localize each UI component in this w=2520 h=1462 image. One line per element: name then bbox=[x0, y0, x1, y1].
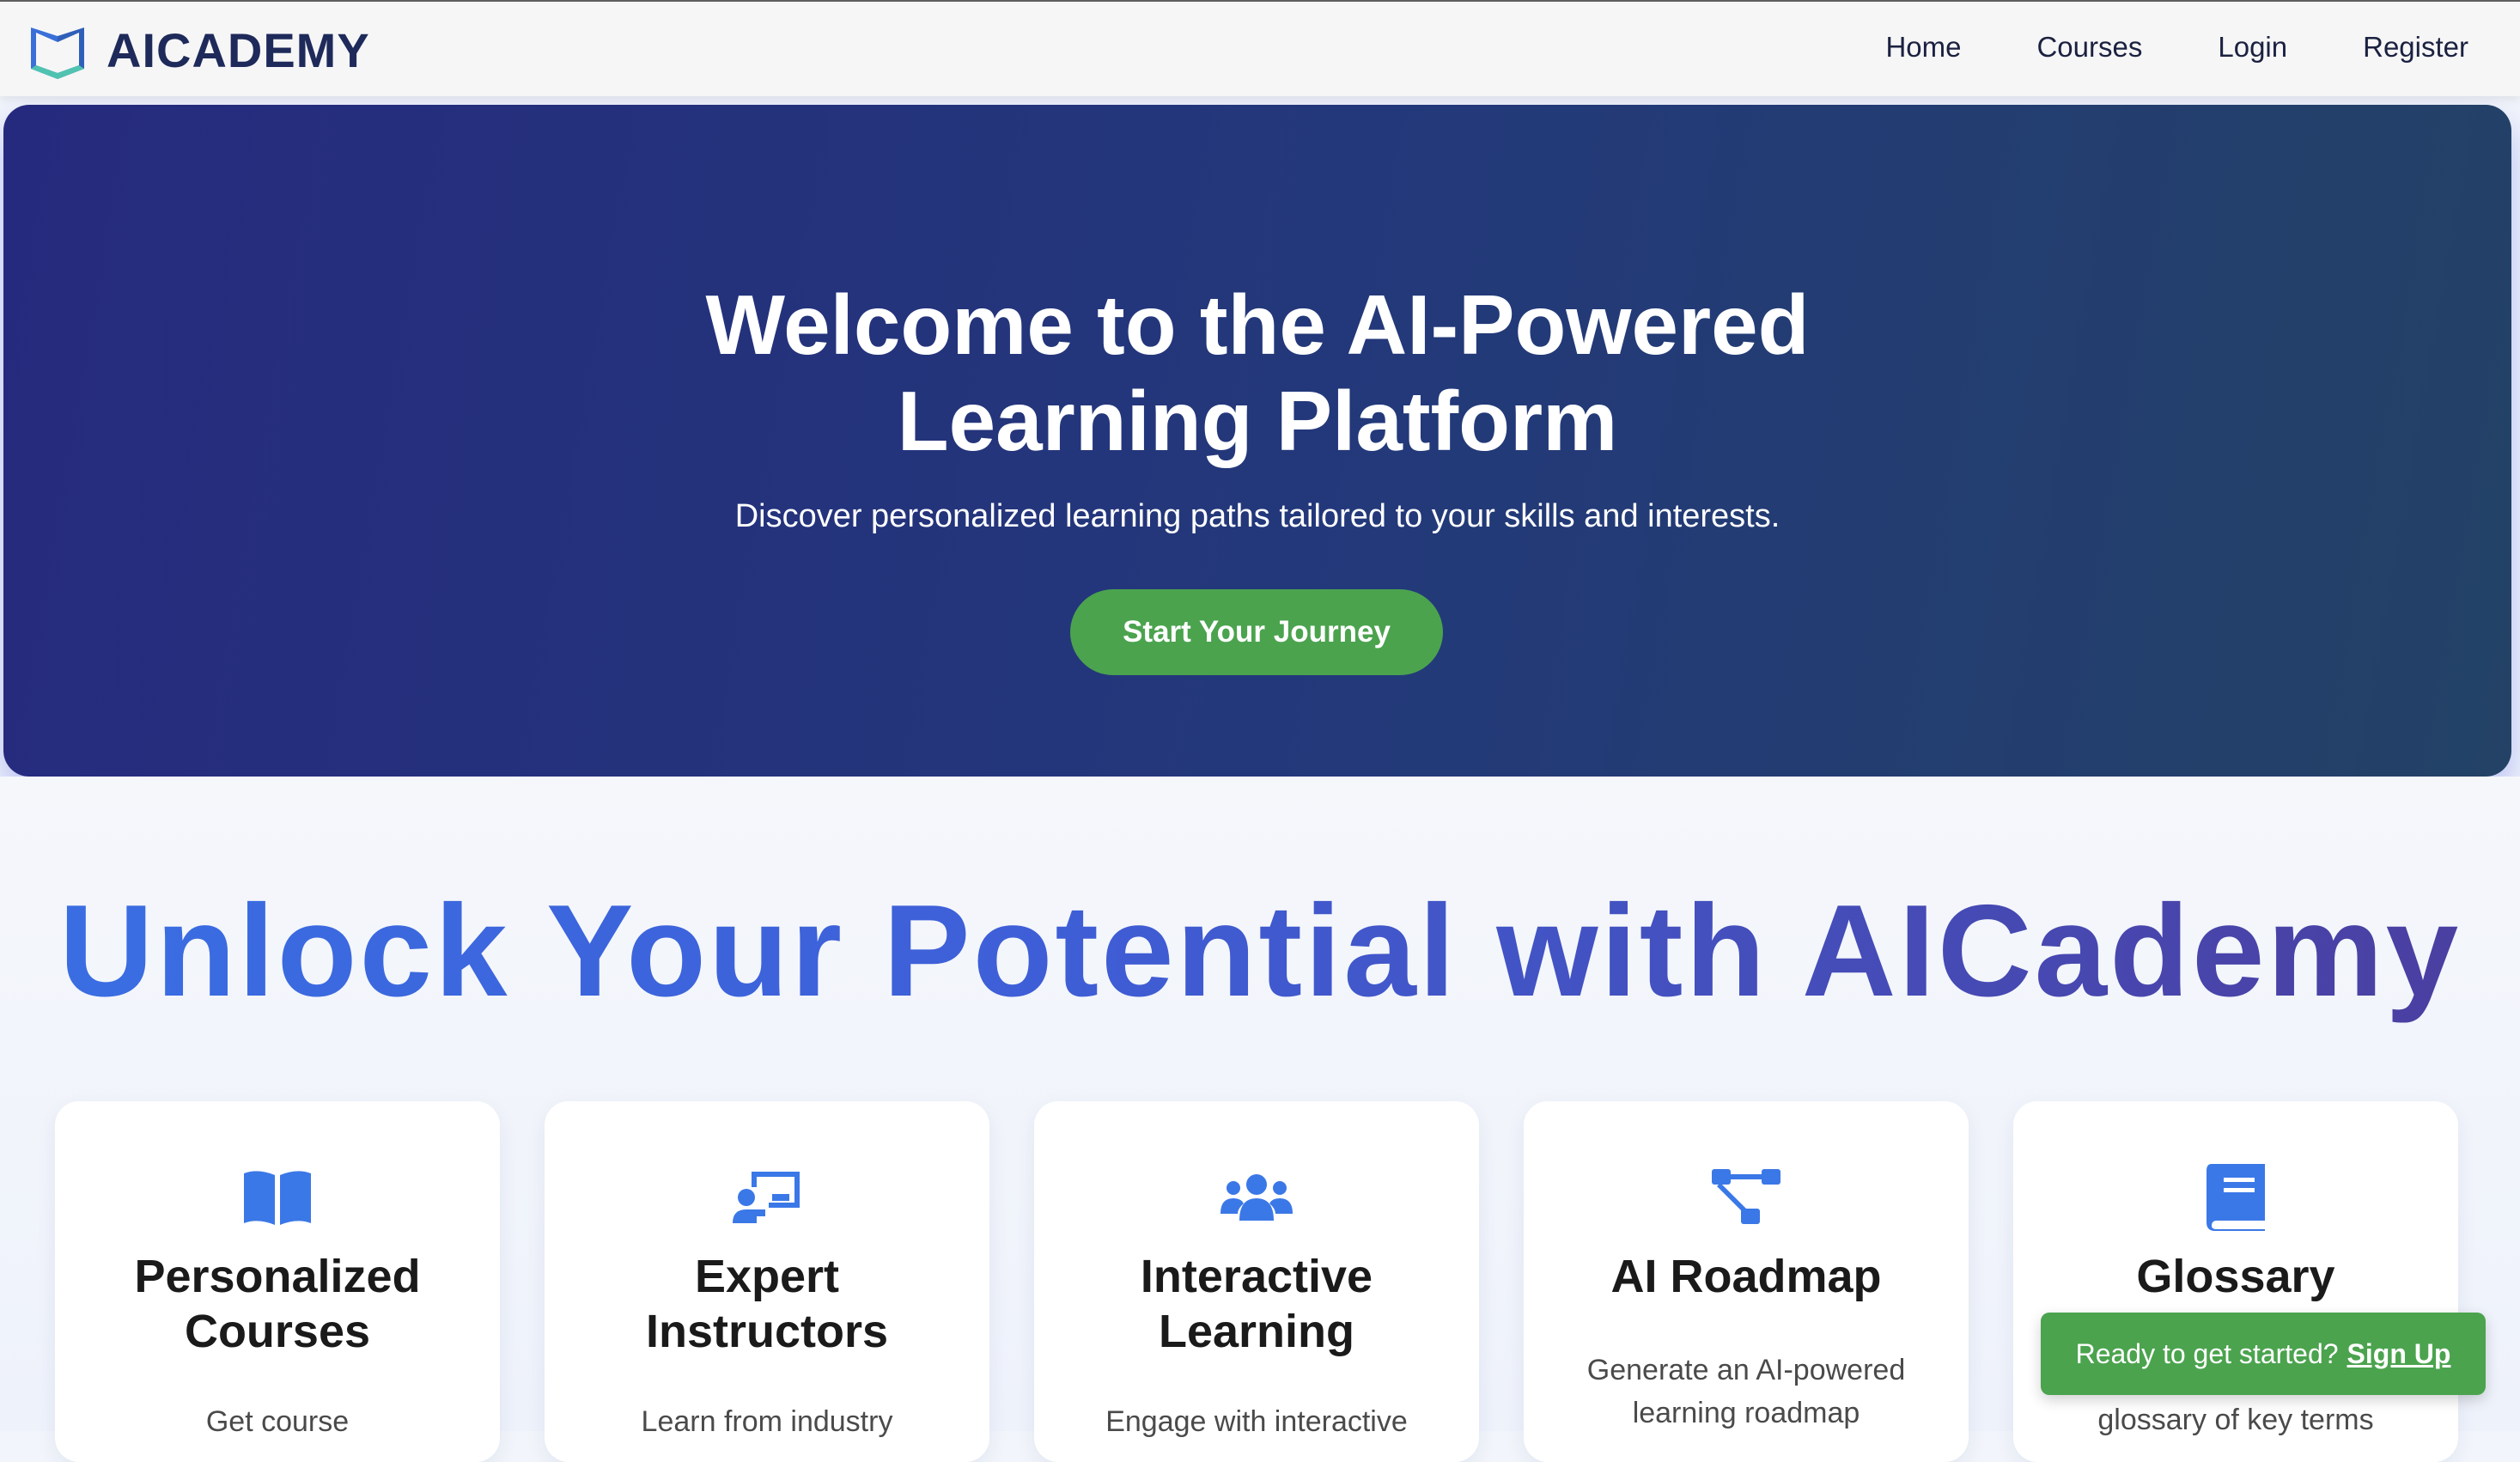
feature-card-ai-roadmap[interactable]: AI Roadmap Generate an AI-powered learni… bbox=[1524, 1101, 1969, 1462]
hero-banner: Welcome to the AI-Powered Learning Platf… bbox=[3, 105, 2511, 777]
feature-card-interactive-learning[interactable]: Interactive Learning Engage with interac… bbox=[1034, 1101, 1479, 1462]
nav-login-link[interactable]: Login bbox=[2218, 31, 2287, 64]
feature-card-title-line1: Expert bbox=[694, 1251, 840, 1302]
feature-card-title-line1: Personalized bbox=[134, 1251, 421, 1302]
feature-card-glossary[interactable]: Glossary glossary of key terms bbox=[2013, 1101, 2458, 1462]
hero-title-line1: Welcome to the AI-Powered bbox=[705, 277, 1810, 372]
feature-card-text: Engage with interactive bbox=[1105, 1405, 1408, 1438]
nav-register-link[interactable]: Register bbox=[2363, 31, 2468, 64]
book-icon bbox=[2197, 1158, 2274, 1235]
teacher-board-icon bbox=[728, 1158, 806, 1235]
feature-card-title-line1: AI Roadmap bbox=[1610, 1251, 1882, 1302]
feature-card-text-line2: learning roadmap bbox=[1632, 1397, 1860, 1429]
open-book-icon bbox=[239, 1158, 316, 1235]
hero-title: Welcome to the AI-Powered Learning Platf… bbox=[3, 277, 2511, 469]
brand-name: AICADEMY bbox=[107, 22, 370, 77]
brand-logo[interactable]: AICADEMY bbox=[26, 19, 370, 81]
hero-title-line2: Learning Platform bbox=[897, 374, 1618, 468]
feature-card-text: Learn from industry bbox=[641, 1405, 893, 1438]
signup-link[interactable]: Sign Up bbox=[2347, 1338, 2451, 1370]
nav-courses-link[interactable]: Courses bbox=[2036, 31, 2142, 64]
feature-card-title: AI Roadmap bbox=[1541, 1249, 1951, 1304]
feature-card-title: Interactive Learning bbox=[1051, 1249, 1462, 1359]
feature-card-text: Get course bbox=[205, 1405, 350, 1438]
feature-card-title: Glossary bbox=[2030, 1249, 2441, 1304]
feature-card-title-line2: Instructors bbox=[645, 1306, 889, 1357]
open-box-logo-icon bbox=[31, 27, 84, 79]
hero-subtitle: Discover personalized learning paths tai… bbox=[734, 498, 1780, 534]
users-group-icon bbox=[1218, 1158, 1295, 1235]
signup-toast: Ready to get started? Sign Up bbox=[2041, 1313, 2486, 1395]
feature-card-text: Generate an AI-powered learning roadmap bbox=[1558, 1349, 1934, 1435]
feature-card-title-line1: Interactive bbox=[1140, 1251, 1373, 1302]
feature-card-title: Expert Instructors bbox=[562, 1249, 972, 1359]
feature-card-title-line2: Learning bbox=[1158, 1306, 1355, 1357]
top-navbar: AICADEMY Home Courses Login Register bbox=[0, 0, 2520, 96]
sitemap-icon bbox=[1707, 1158, 1785, 1235]
feature-card-title-line2: Courses bbox=[184, 1306, 371, 1357]
main-nav: Home Courses Login Register bbox=[1885, 31, 2468, 64]
feature-card-title: Personalized Courses bbox=[72, 1249, 483, 1359]
feature-card-text-line1: Generate an AI-powered bbox=[1586, 1354, 1906, 1386]
features-headline: Unlock Your Potential with AICademy bbox=[0, 876, 2520, 1026]
feature-card-title-line1: Glossary bbox=[2136, 1251, 2335, 1302]
feature-card-text: glossary of key terms bbox=[2097, 1404, 2374, 1436]
nav-home-link[interactable]: Home bbox=[1885, 31, 1961, 64]
start-journey-button[interactable]: Start Your Journey bbox=[1070, 589, 1443, 675]
toast-text: Ready to get started? bbox=[2075, 1337, 2339, 1369]
feature-card-expert-instructors[interactable]: Expert Instructors Learn from industry bbox=[545, 1101, 989, 1462]
feature-card-personalized-courses[interactable]: Personalized Courses Get course bbox=[55, 1101, 500, 1462]
